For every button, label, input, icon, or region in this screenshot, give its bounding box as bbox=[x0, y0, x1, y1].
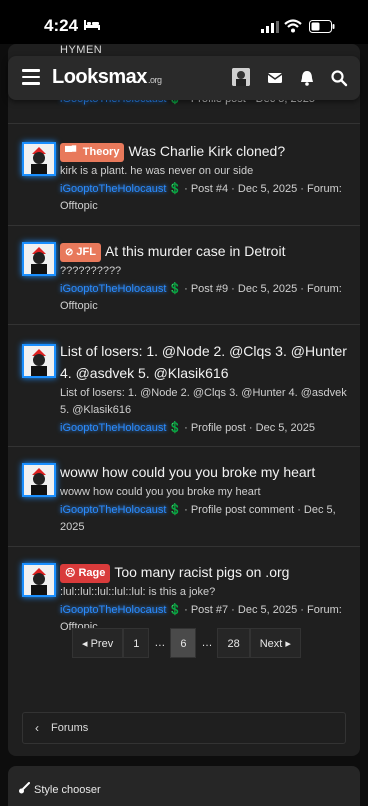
tag-label: Rage bbox=[78, 567, 106, 579]
user-avatar[interactable] bbox=[22, 463, 56, 497]
user-avatar[interactable] bbox=[232, 68, 250, 86]
search-result-item: woww how could you you broke my heart wo… bbox=[8, 461, 360, 551]
logo-text: Looksmax bbox=[52, 66, 147, 88]
divider bbox=[8, 225, 360, 226]
post-body: ⊘ JFL At this murder case in Detroit ?????… bbox=[60, 240, 352, 315]
user-avatar[interactable] bbox=[22, 242, 56, 276]
username-link[interactable]: iGooptoTheHolocaust bbox=[60, 504, 166, 516]
post-title[interactable]: woww how could you you broke my heart bbox=[60, 461, 352, 483]
tag-label: JFL bbox=[76, 246, 96, 258]
next-label: Next bbox=[259, 638, 283, 650]
meta-text: · Profile post · Dec 5, 2025 bbox=[184, 422, 315, 434]
post-snippet: ?????????? bbox=[60, 265, 122, 277]
post-body: List of losers: 1. @Node 2. @Clqs 3. @Hu… bbox=[60, 340, 352, 437]
post-title[interactable]: ☹ Rage Too many racist pigs on .org bbox=[60, 561, 352, 583]
prev-page-button[interactable]: ◂ Prev bbox=[72, 628, 124, 658]
breadcrumb-forums[interactable]: Forums bbox=[51, 722, 88, 734]
cellular-signal-icon bbox=[261, 21, 279, 33]
angry-face-icon: ☹ bbox=[65, 568, 76, 579]
search-result-item: ⊘ JFL At this murder case in Detroit ?????… bbox=[8, 240, 360, 330]
post-snippet: :lul::lul::lul::lul::lul: is this a joke… bbox=[60, 586, 216, 598]
username-link[interactable]: iGooptoTheHolocaust bbox=[60, 283, 166, 295]
post-snippet: List of losers: 1. @Node 2. @Clqs 3. @Hu… bbox=[60, 387, 347, 416]
post-meta: iGooptoTheHolocaust 💲 · Profile post · Dec… bbox=[60, 420, 352, 437]
username-link[interactable]: iGooptoTheHolocaust bbox=[60, 183, 166, 195]
dollar-icon: 💲 bbox=[168, 422, 183, 434]
search-result-item: ▀▘ Theory Was Charlie Kirk cloned? kirk is… bbox=[8, 140, 360, 230]
search-result-item: List of losers: 1. @Node 2. @Clqs 3. @Hu… bbox=[8, 340, 360, 440]
divider bbox=[8, 546, 360, 547]
dollar-icon: 💲 bbox=[168, 283, 183, 295]
footer: Style chooser bbox=[8, 766, 360, 806]
status-time: 4:24 bbox=[44, 16, 79, 35]
status-bar: 4:24 bbox=[0, 0, 368, 44]
username-link[interactable]: iGooptoTheHolocaust bbox=[60, 604, 166, 616]
no-entry-icon: ⊘ bbox=[65, 247, 74, 258]
post-title[interactable]: ⊘ JFL At this murder case in Detroit bbox=[60, 240, 352, 262]
cut-off-post-title[interactable]: HYMEN bbox=[60, 44, 102, 56]
page-gap[interactable]: … bbox=[196, 628, 217, 658]
post-title[interactable]: List of losers: 1. @Node 2. @Clqs 3. @Hu… bbox=[60, 340, 352, 384]
divider bbox=[8, 446, 360, 447]
post-meta: iGooptoTheHolocaust 💲 · Post #9 · Dec 5, 2… bbox=[60, 281, 352, 315]
post-body: woww how could you you broke my heart wo… bbox=[60, 461, 352, 536]
title-text: Was Charlie Kirk cloned? bbox=[128, 143, 286, 159]
post-body: ☹ Rage Too many racist pigs on .org :lul::… bbox=[60, 561, 352, 636]
post-snippet: woww how could you you broke my heart bbox=[60, 486, 261, 498]
page-1-button[interactable]: 1 bbox=[123, 628, 150, 658]
post-meta: iGooptoTheHolocaust 💲 · Profile post comme… bbox=[60, 502, 352, 536]
page-gap[interactable]: … bbox=[149, 628, 170, 658]
site-logo[interactable]: Looksmax.org bbox=[52, 66, 162, 89]
jfl-tag: ⊘ JFL bbox=[60, 243, 101, 262]
chevron-left-icon: ‹ bbox=[35, 721, 39, 735]
dollar-icon: 💲 bbox=[168, 183, 183, 195]
theory-tag: ▀▘ Theory bbox=[60, 143, 125, 162]
breadcrumb[interactable]: ‹ Forums bbox=[22, 712, 346, 744]
style-chooser-link[interactable]: Style chooser bbox=[34, 784, 101, 796]
title-text: Too many racist pigs on .org bbox=[114, 564, 290, 580]
divider bbox=[8, 123, 360, 124]
dollar-icon: 💲 bbox=[168, 604, 183, 616]
mail-icon[interactable] bbox=[266, 69, 284, 87]
battery-icon bbox=[309, 20, 335, 33]
comment-icon: ▀▘ bbox=[65, 147, 80, 158]
next-page-button[interactable]: Next ▸ bbox=[249, 628, 301, 658]
current-page-button[interactable]: 6 bbox=[170, 628, 197, 658]
paintbrush-icon bbox=[19, 782, 30, 794]
bed-icon bbox=[84, 20, 100, 30]
rage-tag: ☹ Rage bbox=[60, 564, 111, 583]
post-body: ▀▘ Theory Was Charlie Kirk cloned? kirk is… bbox=[60, 140, 352, 215]
user-avatar[interactable] bbox=[22, 344, 56, 378]
post-meta: iGooptoTheHolocaust 💲 · Post #4 · Dec 5, 2… bbox=[60, 181, 352, 215]
title-text: At this murder case in Detroit bbox=[104, 243, 286, 259]
post-title[interactable]: ▀▘ Theory Was Charlie Kirk cloned? bbox=[60, 140, 352, 162]
last-page-button[interactable]: 28 bbox=[217, 628, 250, 658]
search-icon[interactable] bbox=[330, 69, 348, 87]
bell-icon[interactable] bbox=[298, 69, 316, 87]
pagination: ◂ Prev 1 … 6 … 28 Next ▸ bbox=[72, 628, 301, 658]
prev-label: Prev bbox=[90, 638, 114, 650]
tag-label: Theory bbox=[82, 146, 120, 158]
post-snippet: kirk is a plant. he was never on our sid… bbox=[60, 165, 254, 177]
site-header: Looksmax.org bbox=[8, 56, 360, 100]
divider bbox=[8, 324, 360, 325]
user-avatar[interactable] bbox=[22, 563, 56, 597]
dollar-icon: 💲 bbox=[168, 504, 183, 516]
user-avatar[interactable] bbox=[22, 142, 56, 176]
wifi-icon bbox=[284, 19, 302, 33]
username-link[interactable]: iGooptoTheHolocaust bbox=[60, 422, 166, 434]
logo-suffix: .org bbox=[147, 75, 162, 85]
search-result-item: ☹ Rage Too many racist pigs on .org :lul::… bbox=[8, 561, 360, 633]
hamburger-menu-icon[interactable] bbox=[22, 69, 40, 85]
